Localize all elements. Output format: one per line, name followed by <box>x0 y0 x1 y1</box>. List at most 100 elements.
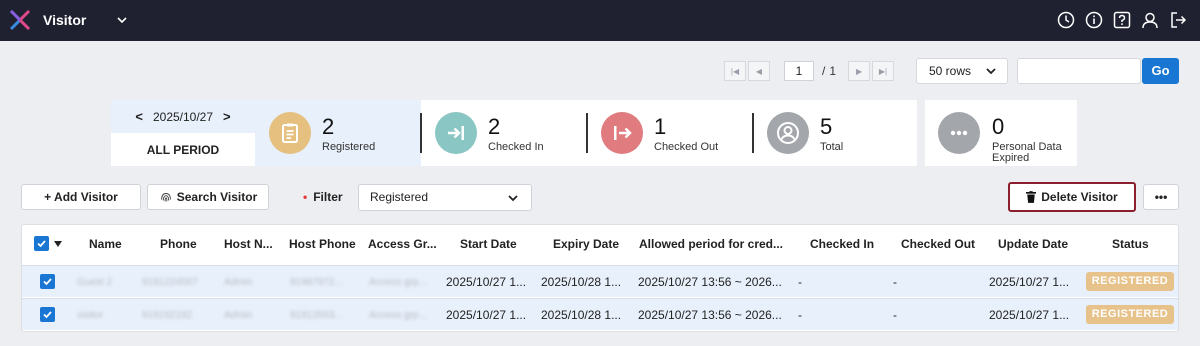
select-all-checkbox[interactable] <box>34 236 49 251</box>
column-header-status[interactable]: Status <box>1112 237 1149 251</box>
chevron-down-icon <box>986 68 996 75</box>
stat-count: 0 <box>992 114 1005 139</box>
table-header: Name Phone Host N... Host Phone Access G… <box>22 225 1178 263</box>
cell-expiry-date: 2025/10/28 1... <box>541 275 622 289</box>
filter-select[interactable]: Registered <box>358 184 532 211</box>
cell-host: Admin <box>224 277 253 288</box>
date-card: < 2025/10/27 > ALL PERIOD <box>111 100 255 166</box>
next-page-button[interactable]: ▶ <box>848 61 871 81</box>
pagination: |◀ ◀ 1 / 1 ▶ ▶| <box>724 61 895 81</box>
column-header-host-name[interactable]: Host N... <box>224 237 273 251</box>
cell-name: visitor <box>77 310 104 321</box>
clock-icon[interactable] <box>1056 10 1076 30</box>
column-header-checked-in[interactable]: Checked In <box>810 237 874 251</box>
cell-start-date: 2025/10/27 1... <box>446 275 527 289</box>
stat-count: 5 <box>820 114 833 139</box>
cell-expiry-date: 2025/10/28 1... <box>541 308 622 322</box>
cell-checked-in: - <box>798 275 802 289</box>
stat-checked-out[interactable]: 1 Checked Out <box>588 100 752 166</box>
column-header-allowed-period[interactable]: Allowed period for cred... <box>639 237 783 251</box>
add-visitor-button[interactable]: + Add Visitor <box>21 184 141 210</box>
help-icon[interactable] <box>1112 10 1132 30</box>
clipboard-icon <box>269 112 311 154</box>
all-period-button[interactable]: ALL PERIOD <box>111 133 255 166</box>
cell-checked-in: - <box>798 308 802 322</box>
cell-allowed-period: 2025/10/27 13:56 ~ 2026... <box>638 275 782 289</box>
column-header-update-date[interactable]: Update Date <box>998 237 1068 251</box>
cell-name: Guest 2 <box>77 277 113 288</box>
stat-label: Checked In <box>488 141 544 153</box>
cell-host: Admin <box>224 310 253 321</box>
column-header-phone[interactable]: Phone <box>160 237 197 251</box>
filter-label: • Filter <box>303 190 343 204</box>
page-number-input[interactable]: 1 <box>784 61 814 81</box>
current-date: 2025/10/27 <box>152 109 214 124</box>
cell-access-group: Access grp... <box>369 277 427 288</box>
cell-phone: 919192192 <box>142 310 193 321</box>
stat-label: Personal Data Expired <box>992 142 1062 164</box>
rows-per-page-select[interactable]: 50 rows <box>916 58 1008 84</box>
check-in-icon <box>435 112 477 154</box>
logout-icon[interactable] <box>1168 10 1188 30</box>
column-header-host-phone[interactable]: Host Phone <box>289 237 356 251</box>
cell-phone: 9191224567 <box>142 277 198 288</box>
column-header-access-group[interactable]: Access Gr... <box>368 237 437 251</box>
stat-personal-data-expired[interactable]: 0 Personal Data Expired <box>925 100 1077 166</box>
table-row[interactable]: visitor 919192192 Admin 91912663... Acce… <box>22 298 1178 330</box>
search-visitor-label: Search Visitor <box>176 190 258 204</box>
stat-count: 1 <box>654 114 667 139</box>
rows-per-page-value: 50 rows <box>929 64 972 78</box>
row-checkbox[interactable] <box>40 307 55 322</box>
trash-icon <box>1026 191 1037 203</box>
next-date-button[interactable]: > <box>223 109 231 124</box>
stat-registered[interactable]: 2 Registered <box>255 100 421 166</box>
app-title[interactable]: Visitor <box>43 12 86 28</box>
prev-date-button[interactable]: < <box>135 109 143 124</box>
go-button[interactable]: Go <box>1142 58 1179 84</box>
chevron-down-icon[interactable] <box>115 13 129 27</box>
more-icon <box>938 112 980 154</box>
caret-down-icon[interactable] <box>54 241 62 247</box>
column-header-name[interactable]: Name <box>89 237 122 251</box>
row-checkbox[interactable] <box>40 274 55 289</box>
stat-label-line2: Expired <box>992 152 1030 164</box>
cell-host-phone: 91912663... <box>290 310 343 321</box>
stat-count: 2 <box>488 114 501 139</box>
cell-checked-out: - <box>893 275 897 289</box>
app-logo <box>9 9 31 31</box>
delete-visitor-button[interactable]: Delete Visitor <box>1008 182 1136 212</box>
search-input[interactable] <box>1017 58 1141 84</box>
stat-label: Total <box>820 141 844 153</box>
user-icon[interactable] <box>1140 10 1160 30</box>
stat-checked-in[interactable]: 2 Checked In <box>422 100 586 166</box>
filter-value: Registered <box>370 190 429 204</box>
page-separator: / <box>822 64 826 78</box>
info-icon[interactable] <box>1084 10 1104 30</box>
visitor-table: Name Phone Host N... Host Phone Access G… <box>21 224 1179 332</box>
column-header-expiry-date[interactable]: Expiry Date <box>553 237 619 251</box>
column-header-start-date[interactable]: Start Date <box>460 237 517 251</box>
column-header-checked-out[interactable]: Checked Out <box>901 237 975 251</box>
status-badge: REGISTERED <box>1086 305 1174 324</box>
status-badge: REGISTERED <box>1086 272 1174 291</box>
prev-page-button[interactable]: ◀ <box>748 61 770 81</box>
chevron-down-icon <box>508 195 518 202</box>
cell-access-group: Access grp... <box>369 310 427 321</box>
search-visitor-button[interactable]: Search Visitor <box>147 184 269 210</box>
stat-count: 2 <box>322 114 335 139</box>
more-actions-button[interactable]: ••• <box>1143 184 1179 210</box>
fingerprint-icon <box>160 193 171 202</box>
stat-total[interactable]: 5 Total <box>754 100 917 166</box>
stats-panel: 2 Registered 2 Checked In 1 Checked Out … <box>255 100 917 166</box>
table-row[interactable]: Guest 2 9191224567 Admin 91987972... Acc… <box>22 265 1178 297</box>
person-icon <box>767 112 809 154</box>
filter-label-text: Filter <box>313 190 343 204</box>
top-bar: Visitor <box>0 0 1200 41</box>
last-page-button[interactable]: ▶| <box>872 61 895 81</box>
page-total: 1 <box>829 64 837 78</box>
cell-host-phone: 91987972... <box>290 277 343 288</box>
delete-visitor-label: Delete Visitor <box>1041 190 1118 204</box>
cell-update-date: 2025/10/27 1... <box>989 275 1070 289</box>
first-page-button[interactable]: |◀ <box>724 61 746 81</box>
check-out-icon <box>601 112 643 154</box>
